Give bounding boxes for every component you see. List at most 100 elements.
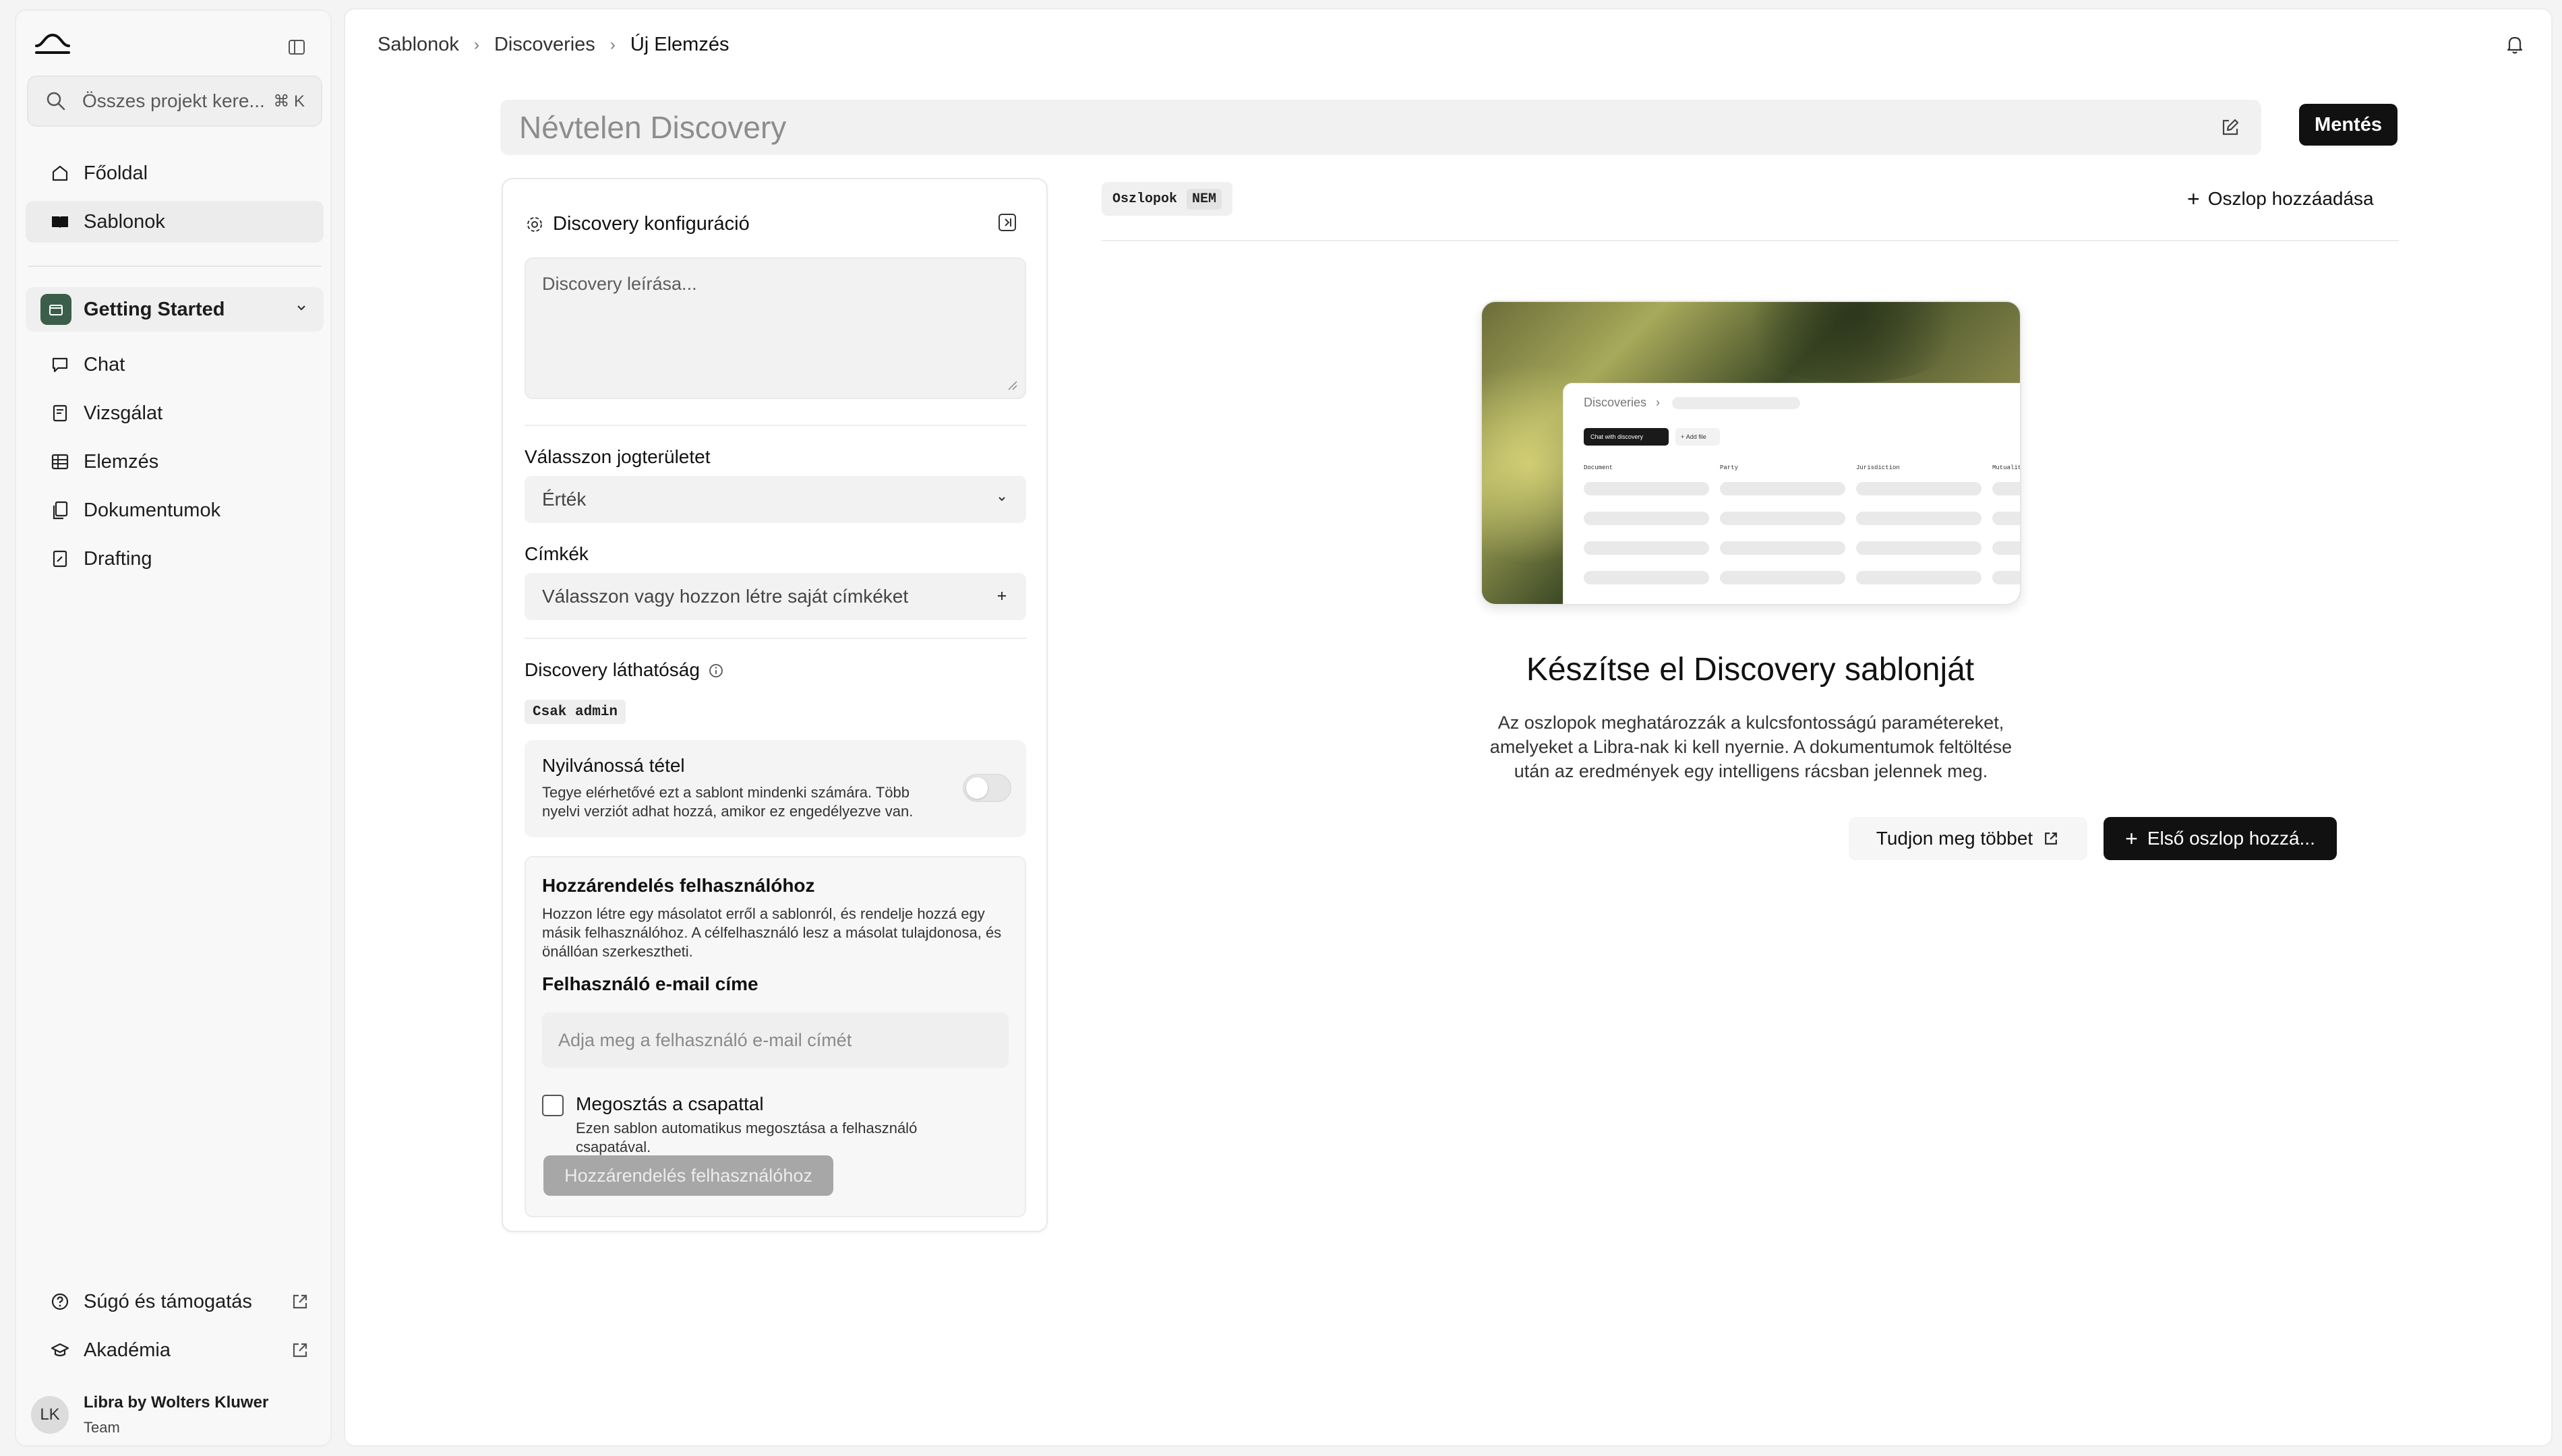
user-profile[interactable]: LK Libra by Wolters Kluwer Team bbox=[31, 1386, 268, 1444]
jurisdiction-select[interactable]: Érték bbox=[525, 476, 1026, 523]
sidebar-item-label: Vizsgálat bbox=[84, 402, 163, 424]
collapse-sidebar-icon[interactable] bbox=[283, 34, 310, 61]
preview-skeleton-cell bbox=[1992, 541, 2020, 555]
make-public-box: Nyilvánossá tétel Tegye elérhetővé ezt a… bbox=[525, 740, 1026, 837]
info-icon[interactable] bbox=[708, 662, 724, 678]
config-heading: Discovery konfiguráció bbox=[525, 213, 750, 235]
sidebar-item-label: Főoldal bbox=[84, 162, 148, 184]
sidebar-item-home[interactable]: Főoldal bbox=[26, 152, 324, 194]
preview-breadcrumb: Discoveries › bbox=[1584, 396, 1801, 410]
resize-handle-icon[interactable] bbox=[1006, 379, 1018, 391]
template-preview-image: Discoveries › Chat with discovery + Add … bbox=[1481, 301, 2021, 605]
external-link-icon bbox=[290, 1340, 310, 1360]
search-icon bbox=[44, 90, 67, 113]
preview-crumb-text: Discoveries bbox=[1584, 396, 1647, 409]
project-name: Getting Started bbox=[84, 298, 225, 320]
main-panel: Sablonok › Discoveries › Új Elemzés Ment… bbox=[344, 8, 2553, 1447]
config-divider bbox=[525, 425, 1026, 426]
add-first-column-button[interactable]: + Első oszlop hozzá... bbox=[2104, 817, 2337, 860]
document-search-icon bbox=[50, 403, 70, 423]
preview-skeleton-cell bbox=[1992, 482, 2020, 495]
chevron-down-icon bbox=[995, 489, 1009, 510]
share-team-checkbox[interactable] bbox=[542, 1095, 564, 1116]
preview-col-header: Document bbox=[1584, 464, 1613, 471]
tags-input[interactable]: Válasszon vagy hozzon létre saját címkék… bbox=[525, 573, 1026, 620]
chevron-right-icon: › bbox=[473, 35, 479, 54]
assign-text: Hozzon létre egy másolatot erről a sablo… bbox=[542, 905, 1002, 960]
sidebar-item-templates[interactable]: Sablonok bbox=[26, 201, 324, 243]
make-public-title: Nyilvánossá tétel bbox=[542, 755, 685, 776]
preview-col-header: Mutuality bbox=[1992, 464, 2021, 471]
edit-icon[interactable] bbox=[2218, 115, 2242, 140]
breadcrumb-item-templates[interactable]: Sablonok bbox=[378, 34, 459, 56]
columns-count-badge: NEM bbox=[1187, 188, 1222, 210]
plus-icon[interactable] bbox=[995, 586, 1009, 607]
preview-skeleton-cell bbox=[1856, 541, 1982, 555]
share-team-text: Ezen sablon automatikus megosztása a fel… bbox=[576, 1120, 918, 1155]
email-field[interactable] bbox=[542, 1012, 1009, 1068]
sidebar-item-label: Súgó és támogatás bbox=[84, 1290, 252, 1312]
user-name: Libra by Wolters Kluwer bbox=[84, 1393, 269, 1412]
chat-icon bbox=[50, 355, 70, 375]
save-button[interactable]: Mentés bbox=[2299, 104, 2397, 146]
preview-chat-label: Chat with discovery bbox=[1590, 433, 1644, 440]
sidebar-item-analysis[interactable]: Elemzés bbox=[26, 441, 324, 483]
preview-skeleton bbox=[1672, 396, 1801, 409]
preview-skeleton-cell bbox=[1720, 571, 1845, 584]
preview-skeleton-cell bbox=[1584, 482, 1709, 495]
preview-skeleton-cell bbox=[1720, 482, 1845, 495]
preview-skeleton-cell bbox=[1856, 482, 1982, 495]
project-selector[interactable]: Getting Started bbox=[26, 287, 324, 332]
preview-chat-button: Chat with discovery bbox=[1584, 428, 1669, 446]
toggle-knob bbox=[966, 777, 988, 799]
columns-divider bbox=[1102, 240, 2399, 241]
assign-user-box: Hozzárendelés felhasználóhoz Hozzon létr… bbox=[525, 856, 1026, 1217]
email-label: Felhasználó e-mail címe bbox=[542, 973, 758, 994]
external-link-icon bbox=[290, 1292, 310, 1312]
table-icon bbox=[50, 452, 70, 472]
share-team-row: Megosztás a csapattal Ezen sablon automa… bbox=[542, 1093, 953, 1157]
description-textarea[interactable] bbox=[525, 257, 1026, 399]
make-public-toggle[interactable] bbox=[963, 774, 1011, 802]
libra-logo-icon[interactable] bbox=[32, 28, 73, 62]
avatar: LK bbox=[31, 1396, 69, 1434]
preview-skeleton-cell bbox=[1992, 571, 2020, 584]
tags-label: Címkék bbox=[525, 543, 589, 564]
gear-icon bbox=[525, 214, 545, 235]
visibility-label: Discovery láthatóság bbox=[525, 659, 724, 681]
add-column-button[interactable]: + Oszlop hozzáadása bbox=[2187, 183, 2374, 214]
project-search[interactable]: ⌘ K bbox=[27, 75, 322, 127]
empty-state-title: Készítse el Discovery sablonját bbox=[1526, 652, 1975, 688]
sidebar-item-label: Drafting bbox=[84, 547, 152, 570]
user-team: Team bbox=[84, 1419, 120, 1436]
breadcrumb-item-discoveries[interactable]: Discoveries bbox=[494, 34, 595, 56]
sidebar-item-chat[interactable]: Chat bbox=[26, 344, 324, 386]
discovery-config-card: Discovery konfiguráció Válasszon jogterü… bbox=[502, 178, 1048, 1232]
title-bar bbox=[500, 100, 2261, 155]
project-folder-icon bbox=[40, 294, 71, 325]
bell-icon[interactable] bbox=[2503, 32, 2527, 57]
columns-label: Oszlopok bbox=[1112, 191, 1178, 207]
learn-more-button[interactable]: Tudjon meg többet bbox=[1849, 817, 2087, 860]
preview-skeleton-cell bbox=[1992, 512, 2020, 525]
chevron-right-icon: › bbox=[1656, 396, 1661, 409]
sidebar-item-review[interactable]: Vizsgálat bbox=[26, 392, 324, 434]
collapse-panel-icon[interactable] bbox=[994, 209, 1021, 236]
preview-window: Discoveries › Chat with discovery + Add … bbox=[1563, 383, 2021, 604]
sidebar-item-academy[interactable]: Akadémia bbox=[26, 1329, 324, 1371]
visibility-badge: Csak admin bbox=[525, 700, 626, 724]
plus-icon: + bbox=[2125, 826, 2138, 851]
sidebar-item-help[interactable]: Súgó és támogatás bbox=[26, 1281, 324, 1323]
preview-skeleton-cell bbox=[1584, 512, 1709, 525]
jurisdiction-value: Érték bbox=[542, 489, 587, 510]
search-input[interactable] bbox=[82, 90, 268, 112]
discovery-title-input[interactable] bbox=[519, 109, 2218, 146]
search-shortcut: ⌘ K bbox=[273, 92, 305, 111]
assign-user-button[interactable]: Hozzárendelés felhasználóhoz bbox=[543, 1155, 833, 1196]
preview-skeleton-cell bbox=[1856, 571, 1982, 584]
sidebar-item-drafting[interactable]: Drafting bbox=[26, 538, 324, 580]
sidebar: ⌘ K Főoldal Sablonok Getting Started Cha… bbox=[15, 9, 332, 1447]
external-link-icon bbox=[2042, 830, 2060, 847]
sidebar-item-documents[interactable]: Dokumentumok bbox=[26, 489, 324, 531]
sidebar-item-label: Chat bbox=[84, 353, 125, 375]
